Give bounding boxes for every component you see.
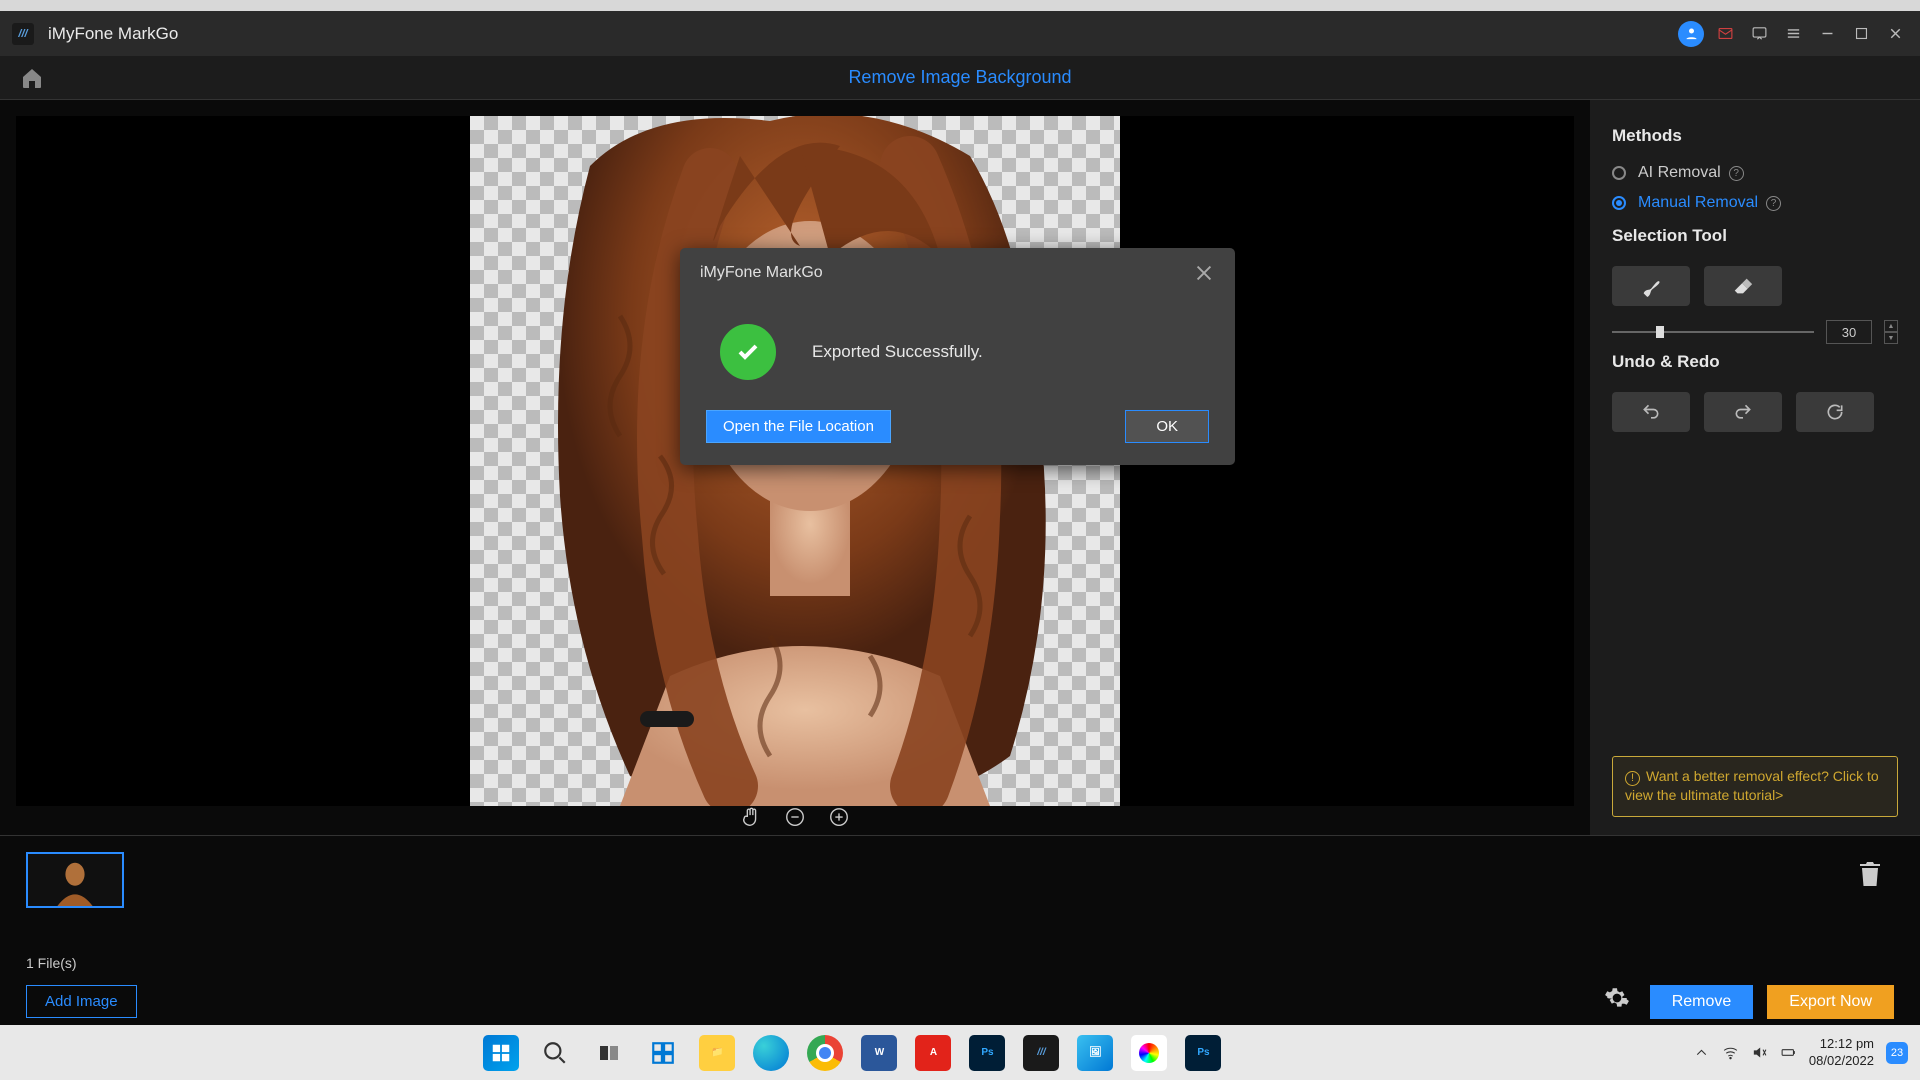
wifi-icon[interactable] bbox=[1722, 1044, 1739, 1061]
undo-button[interactable] bbox=[1612, 392, 1690, 432]
tutorial-tip-text: Want a better removal effect? Click to v… bbox=[1625, 768, 1879, 804]
tutorial-tip[interactable]: !Want a better removal effect? Click to … bbox=[1612, 756, 1898, 817]
taskbar-explorer-icon[interactable]: 📁 bbox=[699, 1035, 735, 1071]
brush-size-down[interactable]: ▼ bbox=[1884, 332, 1898, 344]
mail-icon[interactable] bbox=[1712, 21, 1738, 47]
radio-manual-removal-label: Manual Removal bbox=[1638, 194, 1758, 212]
clock[interactable]: 12:12 pm 08/02/2022 bbox=[1809, 1036, 1874, 1069]
export-now-button[interactable]: Export Now bbox=[1767, 985, 1894, 1019]
export-success-dialog: iMyFone MarkGo Exported Successfully. Op… bbox=[680, 248, 1235, 465]
minimize-icon[interactable] bbox=[1814, 21, 1840, 47]
selection-tool-header: Selection Tool bbox=[1612, 226, 1898, 246]
taskbar-search-icon[interactable] bbox=[537, 1035, 573, 1071]
page-title: Remove Image Background bbox=[848, 67, 1071, 88]
windows-taskbar: 📁 W A Ps /// 🖼 Ps 12:12 pm 08/02/2022 23 bbox=[0, 1025, 1920, 1080]
ok-button[interactable]: OK bbox=[1125, 410, 1209, 443]
feedback-icon[interactable] bbox=[1746, 21, 1772, 47]
clock-time: 12:12 pm bbox=[1809, 1036, 1874, 1052]
clock-date: 08/02/2022 bbox=[1809, 1053, 1874, 1069]
brush-tool-button[interactable] bbox=[1612, 266, 1690, 306]
notification-badge[interactable]: 23 bbox=[1886, 1042, 1908, 1064]
file-count: 1 File(s) bbox=[26, 955, 77, 971]
help-icon[interactable]: ? bbox=[1729, 166, 1744, 181]
battery-icon[interactable] bbox=[1780, 1044, 1797, 1061]
account-icon[interactable] bbox=[1678, 21, 1704, 47]
taskbar-photos-icon[interactable]: 🖼 bbox=[1077, 1035, 1113, 1071]
dialog-title: iMyFone MarkGo bbox=[700, 264, 823, 282]
brush-size-up[interactable]: ▲ bbox=[1884, 320, 1898, 332]
zoom-out-icon[interactable] bbox=[784, 806, 806, 828]
add-image-button[interactable]: Add Image bbox=[26, 985, 137, 1018]
taskbar-word-icon[interactable]: W bbox=[861, 1035, 897, 1071]
success-check-icon bbox=[720, 324, 776, 380]
toolbar: Remove Image Background bbox=[0, 56, 1920, 100]
titlebar: /// iMyFone MarkGo bbox=[0, 11, 1920, 56]
pan-hand-icon[interactable] bbox=[740, 806, 762, 828]
brush-size-slider[interactable] bbox=[1612, 331, 1814, 333]
bottom-bar: Add Image Remove Export Now bbox=[0, 985, 1920, 1025]
close-icon[interactable] bbox=[1882, 21, 1908, 47]
home-icon[interactable] bbox=[20, 66, 44, 90]
remove-button[interactable]: Remove bbox=[1650, 985, 1754, 1019]
brush-size-value[interactable]: 30 bbox=[1826, 320, 1872, 344]
thumbnail-1[interactable] bbox=[26, 852, 124, 908]
system-tray: 12:12 pm 08/02/2022 23 bbox=[1693, 1036, 1908, 1069]
taskbar-edge-icon[interactable] bbox=[753, 1035, 789, 1071]
dialog-close-icon[interactable] bbox=[1193, 262, 1215, 284]
methods-header: Methods bbox=[1612, 126, 1898, 146]
taskbar-chrome-icon[interactable] bbox=[807, 1035, 843, 1071]
info-icon: ! bbox=[1625, 771, 1640, 786]
taskbar-taskview-icon[interactable] bbox=[591, 1035, 627, 1071]
taskbar-photoshop2-icon[interactable]: Ps bbox=[1185, 1035, 1221, 1071]
app-title: iMyFone MarkGo bbox=[48, 24, 178, 44]
dialog-message: Exported Successfully. bbox=[812, 342, 983, 362]
zoom-in-icon[interactable] bbox=[828, 806, 850, 828]
tray-chevron-icon[interactable] bbox=[1693, 1044, 1710, 1061]
open-file-location-button[interactable]: Open the File Location bbox=[706, 410, 891, 443]
redo-button[interactable] bbox=[1704, 392, 1782, 432]
taskbar-widgets-icon[interactable] bbox=[645, 1035, 681, 1071]
settings-icon[interactable] bbox=[1604, 985, 1630, 1011]
menu-icon[interactable] bbox=[1780, 21, 1806, 47]
undo-redo-header: Undo & Redo bbox=[1612, 352, 1898, 372]
app-logo-icon: /// bbox=[12, 23, 34, 45]
taskbar-photoshop-icon[interactable]: Ps bbox=[969, 1035, 1005, 1071]
help-icon[interactable]: ? bbox=[1766, 196, 1781, 211]
thumbnails-strip: 1 File(s) bbox=[0, 835, 1920, 985]
reset-button[interactable] bbox=[1796, 392, 1874, 432]
taskbar-cc-icon[interactable] bbox=[1131, 1035, 1167, 1071]
volume-icon[interactable] bbox=[1751, 1044, 1768, 1061]
radio-manual-removal[interactable]: Manual Removal ? bbox=[1612, 194, 1898, 212]
radio-ai-removal[interactable]: AI Removal ? bbox=[1612, 164, 1898, 182]
taskbar-acrobat-icon[interactable]: A bbox=[915, 1035, 951, 1071]
maximize-icon[interactable] bbox=[1848, 21, 1874, 47]
radio-ai-removal-label: AI Removal bbox=[1638, 164, 1721, 182]
eraser-tool-button[interactable] bbox=[1704, 266, 1782, 306]
taskbar-markgo-icon[interactable]: /// bbox=[1023, 1035, 1059, 1071]
trash-icon[interactable] bbox=[1858, 860, 1882, 888]
right-panel: Methods AI Removal ? Manual Removal ? Se… bbox=[1590, 100, 1920, 835]
taskbar-start-icon[interactable] bbox=[483, 1035, 519, 1071]
canvas-tools bbox=[16, 806, 1574, 828]
browser-tab-strip bbox=[0, 0, 1920, 11]
